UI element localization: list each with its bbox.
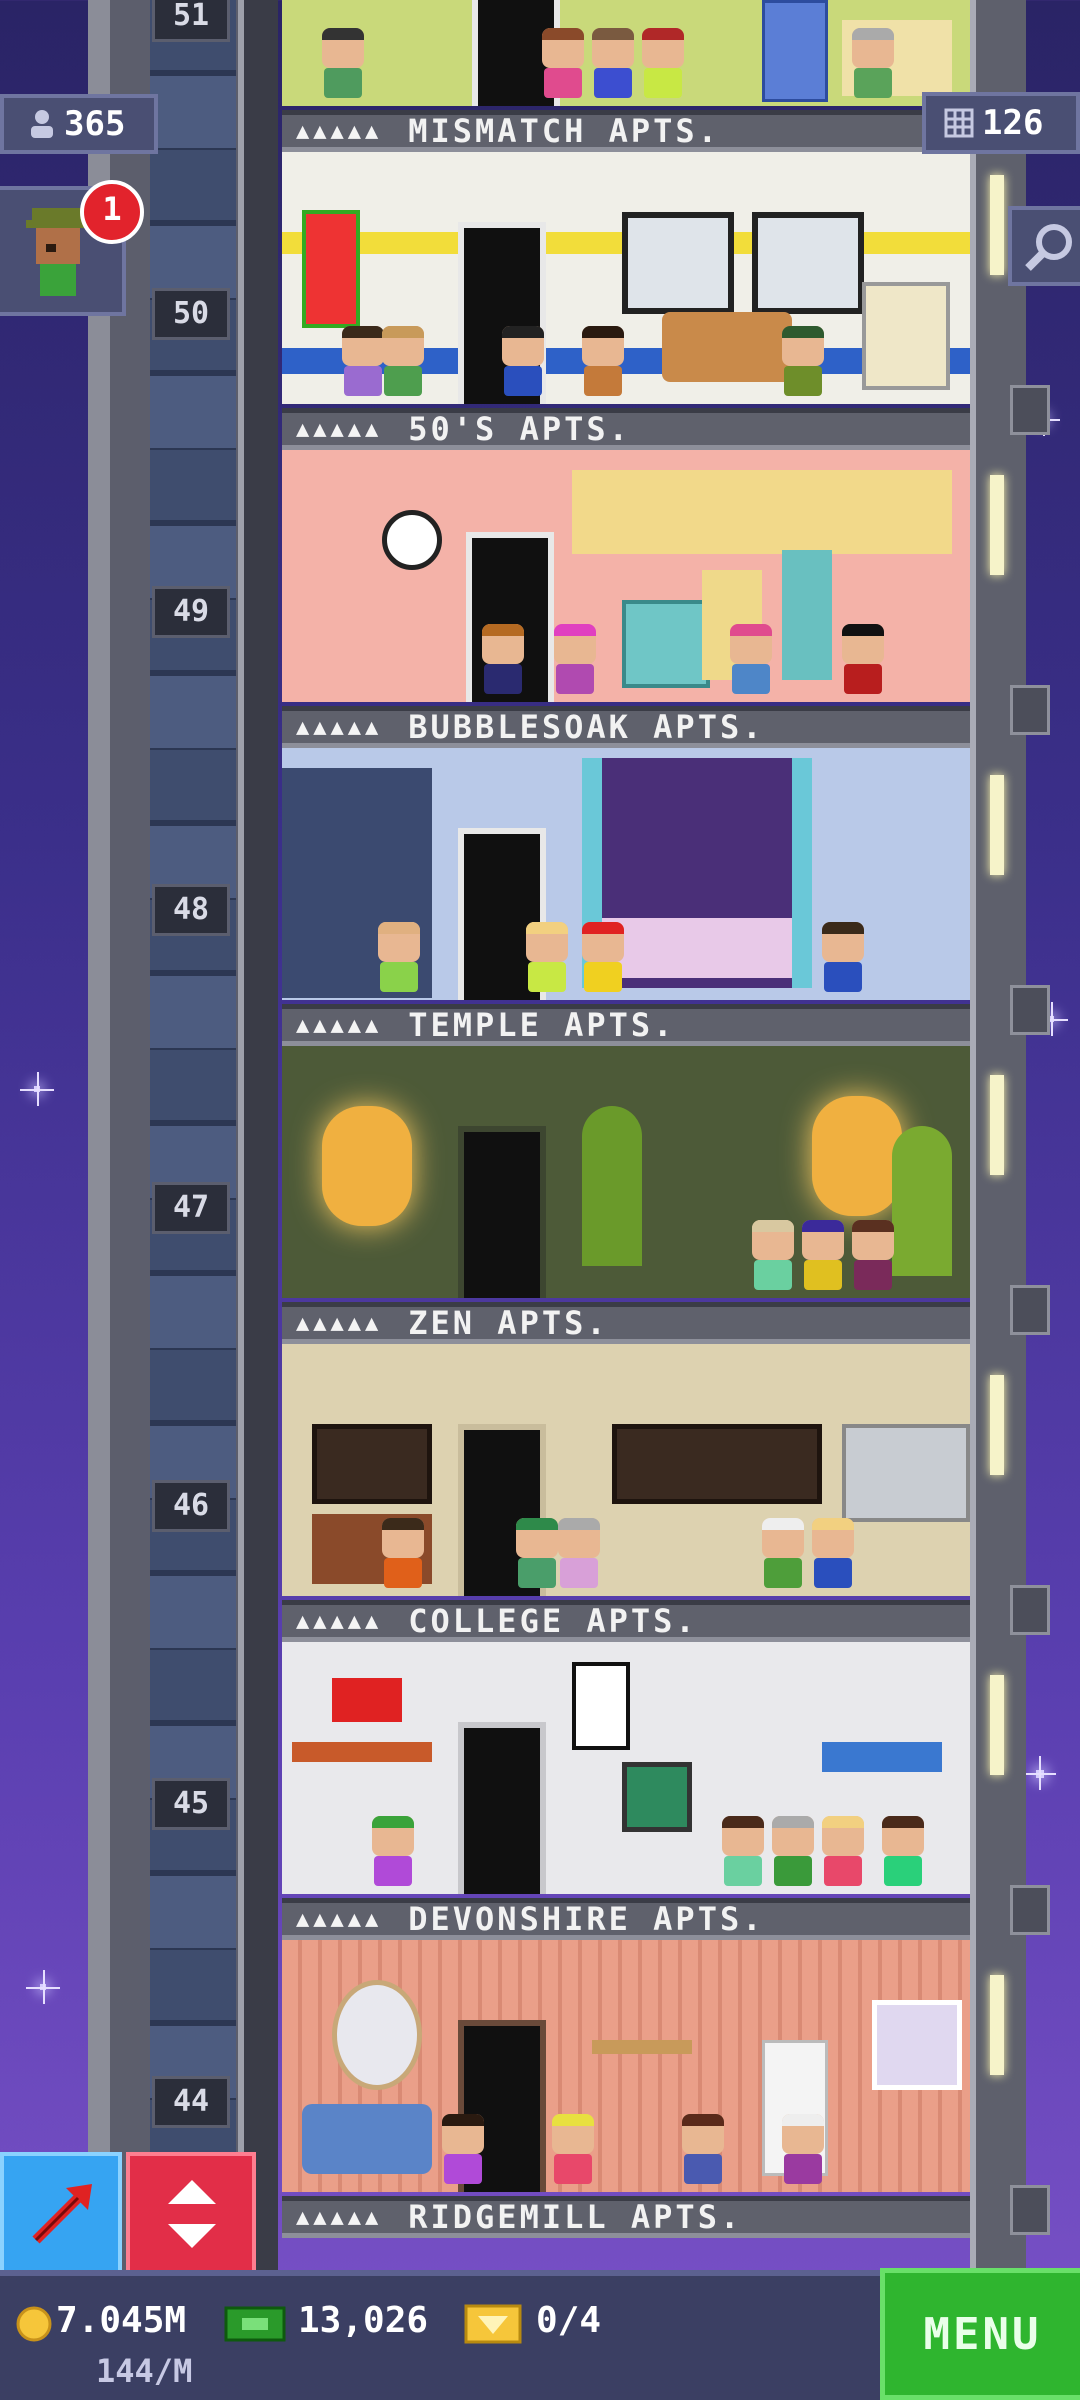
floor-name: MISMATCH APTS. xyxy=(408,112,720,150)
floor-label: ▲▲▲▲▲ 50'S APTS. xyxy=(282,408,970,450)
floor-stars: ▲▲▲▲▲ xyxy=(296,1310,383,1336)
wall-light xyxy=(990,1675,1004,1775)
floor-number-51: 51 xyxy=(152,0,230,42)
floor-name: 50'S APTS. xyxy=(408,410,631,448)
elevator-button[interactable] xyxy=(126,2152,256,2276)
vip-elevator-button[interactable] xyxy=(0,2152,122,2276)
floor-mismatch-apts[interactable]: ▲▲▲▲▲ MISMATCH APTS. xyxy=(282,0,970,152)
floor-bubblesoak-apts[interactable]: ▲▲▲▲▲ BUBBLESOAK APTS. xyxy=(282,450,970,748)
floor-devonshire-apts[interactable]: ▲▲▲▲▲ DEVONSHIRE APTS. xyxy=(282,1642,970,1940)
tickets-value: 0/4 xyxy=(536,2300,602,2341)
floors-value: 126 xyxy=(982,103,1044,143)
floors-counter[interactable]: 126 xyxy=(922,92,1080,154)
floor-stars: ▲▲▲▲▲ xyxy=(296,416,383,442)
floor-number-49: 49 xyxy=(152,586,230,638)
floor-label: ▲▲▲▲▲ BUBBLESOAK APTS. xyxy=(282,706,970,748)
floor-zen-apts[interactable]: ▲▲▲▲▲ ZEN APTS. xyxy=(282,1046,970,1344)
floor-ridgemill-apts[interactable]: ▲▲▲▲▲ RIDGEMILL APTS. xyxy=(282,1940,970,2238)
floor-stars: ▲▲▲▲▲ xyxy=(296,1608,383,1634)
floor-label: ▲▲▲▲▲ RIDGEMILL APTS. xyxy=(282,2196,970,2238)
floor-number-45: 45 xyxy=(152,1778,230,1830)
floor-temple-apts[interactable]: ▲▲▲▲▲ TEMPLE APTS. xyxy=(282,748,970,1046)
floor-name: ZEN APTS. xyxy=(408,1304,609,1342)
wall-light xyxy=(990,1075,1004,1175)
floor-label: ▲▲▲▲▲ DEVONSHIRE APTS. xyxy=(282,1898,970,1940)
floor-stars: ▲▲▲▲▲ xyxy=(296,2204,383,2230)
floor-label: ▲▲▲▲▲ MISMATCH APTS. xyxy=(282,110,970,152)
wall-light xyxy=(990,775,1004,875)
floor-college-apts[interactable]: ▲▲▲▲▲ COLLEGE APTS. xyxy=(282,1344,970,1642)
ticket-icon xyxy=(464,2304,522,2344)
star-decoration xyxy=(1022,1756,1056,1790)
floor-number-48: 48 xyxy=(152,884,230,936)
star-decoration xyxy=(20,1072,54,1106)
population-value: 365 xyxy=(64,104,126,144)
person-icon xyxy=(31,110,53,138)
floor-number-46: 46 xyxy=(152,1480,230,1532)
floor-stars: ▲▲▲▲▲ xyxy=(296,118,383,144)
arrow-pointer-icon xyxy=(32,2184,92,2244)
floor-label: ▲▲▲▲▲ ZEN APTS. xyxy=(282,1302,970,1344)
floor-name: BUBBLESOAK APTS. xyxy=(408,708,765,746)
coins-rate: 144/M xyxy=(96,2352,193,2390)
elevator-shaft[interactable] xyxy=(88,0,278,2270)
wall-light xyxy=(990,175,1004,275)
bux-icon xyxy=(224,2306,286,2342)
population-counter[interactable]: 365 xyxy=(0,94,158,154)
magnifier-icon xyxy=(1025,224,1072,271)
search-button[interactable] xyxy=(1008,206,1080,286)
floor-stars: ▲▲▲▲▲ xyxy=(296,1906,383,1932)
menu-button[interactable]: MENU xyxy=(880,2268,1080,2400)
coin-icon xyxy=(16,2306,52,2342)
notification-bitizen-button[interactable]: 1 xyxy=(0,180,144,316)
coins-value: 7.045M xyxy=(56,2300,187,2341)
elevator-updown-icon xyxy=(168,2180,216,2248)
floor-name: DEVONSHIRE APTS. xyxy=(408,1900,765,1938)
building-grid-icon xyxy=(944,108,974,138)
floor-stars: ▲▲▲▲▲ xyxy=(296,1012,383,1038)
floor-name: TEMPLE APTS. xyxy=(408,1006,676,1044)
floor-number-44: 44 xyxy=(152,2076,230,2128)
floor-number-47: 47 xyxy=(152,1182,230,1234)
floor-number-50: 50 xyxy=(152,288,230,340)
floor-name: COLLEGE APTS. xyxy=(408,1602,698,1640)
wall-light xyxy=(990,1975,1004,2075)
floor-label: ▲▲▲▲▲ TEMPLE APTS. xyxy=(282,1004,970,1046)
wall-light xyxy=(990,1375,1004,1475)
floor-label: ▲▲▲▲▲ COLLEGE APTS. xyxy=(282,1600,970,1642)
floor-stars: ▲▲▲▲▲ xyxy=(296,714,383,740)
bux-value: 13,026 xyxy=(298,2300,429,2341)
floor-50s-apts[interactable]: ▲▲▲▲▲ 50'S APTS. xyxy=(282,152,970,450)
notification-badge: 1 xyxy=(80,180,144,244)
star-decoration xyxy=(26,1970,60,2004)
wall-light xyxy=(990,475,1004,575)
floor-name: RIDGEMILL APTS. xyxy=(408,2198,743,2236)
